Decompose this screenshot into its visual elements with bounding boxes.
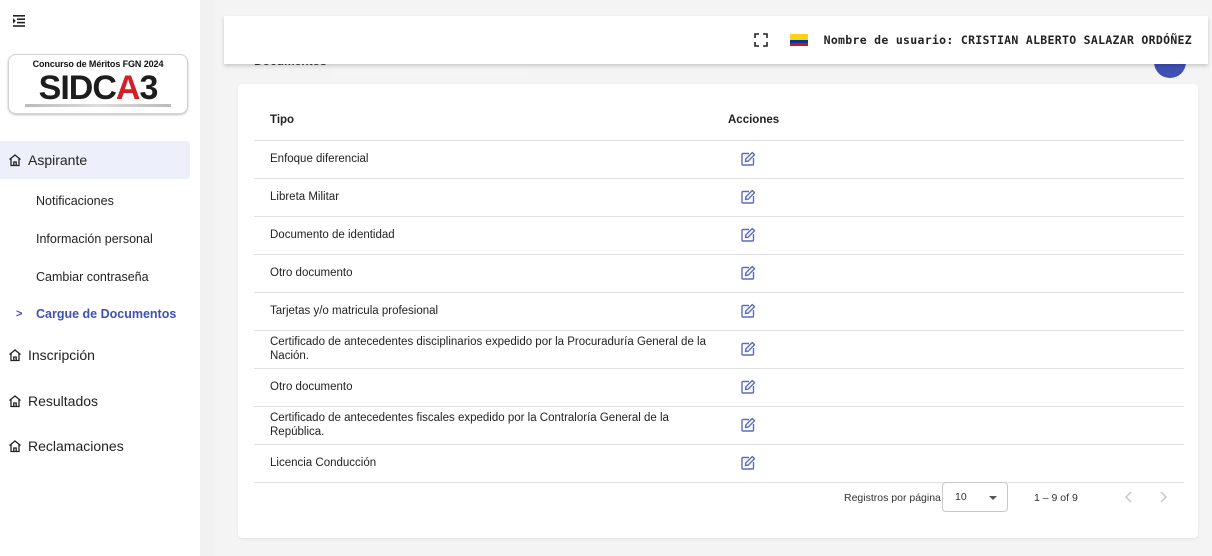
actions-cell	[724, 254, 1184, 293]
edit-icon[interactable]	[740, 379, 756, 395]
page-size-label: Registros por página	[844, 492, 941, 504]
document-type-cell: Documento de identidad	[254, 216, 724, 255]
documents-card: Tipo Acciones Enfoque diferencial Libreta…	[238, 84, 1198, 538]
table-row: Otro documento	[254, 254, 1184, 293]
colombia-flag-icon	[789, 34, 808, 46]
actions-cell	[724, 406, 1184, 445]
logo-brand: SIDCA3	[38, 69, 159, 107]
edit-icon[interactable]	[740, 455, 756, 471]
page-size-value: 10	[955, 491, 967, 503]
home-icon	[9, 349, 21, 362]
sidebar-item-inscripcion[interactable]: Inscripción	[0, 346, 190, 364]
actions-cell	[724, 216, 1184, 255]
edit-icon[interactable]	[740, 151, 756, 167]
page-range-label: 1 – 9 of 9	[1034, 492, 1078, 504]
actions-cell	[724, 368, 1184, 407]
document-type-cell: Tarjetas y/o matricula profesional	[254, 292, 724, 331]
table-row: Tarjetas y/o matricula profesional	[254, 292, 1184, 331]
table-row: Enfoque diferencial	[254, 140, 1184, 179]
main-content: Nombre de usuario: CRISTIAN ALBERTO SALA…	[214, 0, 1212, 556]
menu-toggle-icon[interactable]	[12, 14, 26, 28]
table-body: Enfoque diferencial Libreta Militar Docume…	[254, 140, 1184, 483]
next-page-icon[interactable]	[1154, 488, 1172, 506]
column-header-acciones: Acciones	[724, 100, 1184, 141]
sidebar-item-label: Inscripción	[28, 347, 95, 363]
paginator: Registros por página 10 1 – 9 of 9	[238, 476, 1198, 516]
document-type-cell: Otro documento	[254, 368, 724, 407]
sidebar-divider	[200, 0, 214, 556]
sidebar-subitem-cambiar-contrasena[interactable]: Cambiar contraseña	[36, 270, 149, 284]
edit-icon[interactable]	[740, 227, 756, 243]
sidebar-item-label: Reclamaciones	[28, 438, 124, 454]
table-row: Libreta Militar	[254, 178, 1184, 217]
table-row: Otro documento	[254, 368, 1184, 407]
edit-icon[interactable]	[740, 265, 756, 281]
edit-icon[interactable]	[740, 341, 756, 357]
sidebar-item-aspirante[interactable]: Aspirante	[0, 141, 190, 179]
document-type-cell: Certificado de antecedentes disciplinari…	[254, 330, 724, 369]
document-type-cell: Certificado de antecedentes fiscales exp…	[254, 406, 724, 445]
sidebar-subitem-cargue-documentos[interactable]: Cargue de Documentos	[36, 307, 176, 321]
actions-cell	[724, 292, 1184, 331]
edit-icon[interactable]	[740, 417, 756, 433]
actions-cell	[724, 140, 1184, 179]
sidebar-subitem-informacion-personal[interactable]: Información personal	[36, 232, 153, 246]
logo-strip	[25, 104, 171, 107]
column-header-tipo: Tipo	[254, 100, 724, 141]
logo-caption: Concurso de Méritos FGN 2024	[32, 59, 164, 69]
home-icon	[9, 440, 21, 453]
caret-down-icon	[989, 496, 997, 500]
actions-cell	[724, 178, 1184, 217]
sidebar: Concurso de Méritos FGN 2024 SIDCA3 Aspi…	[0, 0, 200, 556]
home-icon	[9, 154, 21, 167]
document-type-cell: Libreta Militar	[254, 178, 724, 217]
edit-icon[interactable]	[740, 189, 756, 205]
chevron-right-icon: >	[16, 308, 23, 320]
sidebar-item-label: Resultados	[28, 393, 99, 409]
documents-table: Tipo Acciones Enfoque diferencial Libreta…	[254, 100, 1184, 483]
flag-red-band	[789, 43, 808, 46]
page-size-select[interactable]: 10	[942, 482, 1008, 512]
table-row: Certificado de antecedentes disciplinari…	[254, 330, 1184, 369]
sidebar-subitem-notificaciones[interactable]: Notificaciones	[36, 194, 114, 208]
sidebar-item-label: Aspirante	[28, 152, 88, 168]
sidca-logo: Concurso de Méritos FGN 2024 SIDCA3	[8, 54, 188, 114]
edit-icon[interactable]	[740, 303, 756, 319]
table-row: Documento de identidad	[254, 216, 1184, 255]
document-type-cell: Enfoque diferencial	[254, 140, 724, 179]
home-icon	[9, 395, 21, 408]
sidebar-item-reclamaciones[interactable]: Reclamaciones	[0, 437, 190, 455]
document-type-cell: Otro documento	[254, 254, 724, 293]
fullscreen-icon[interactable]	[753, 33, 768, 47]
top-bar: Nombre de usuario: CRISTIAN ALBERTO SALA…	[224, 16, 1208, 64]
sidebar-item-resultados[interactable]: Resultados	[0, 392, 190, 410]
actions-cell	[724, 330, 1184, 369]
table-header-row: Tipo Acciones	[254, 100, 1184, 141]
username-label: Nombre de usuario: CRISTIAN ALBERTO SALA…	[823, 33, 1192, 47]
table-row: Certificado de antecedentes fiscales exp…	[254, 406, 1184, 445]
previous-page-icon[interactable]	[1120, 488, 1138, 506]
